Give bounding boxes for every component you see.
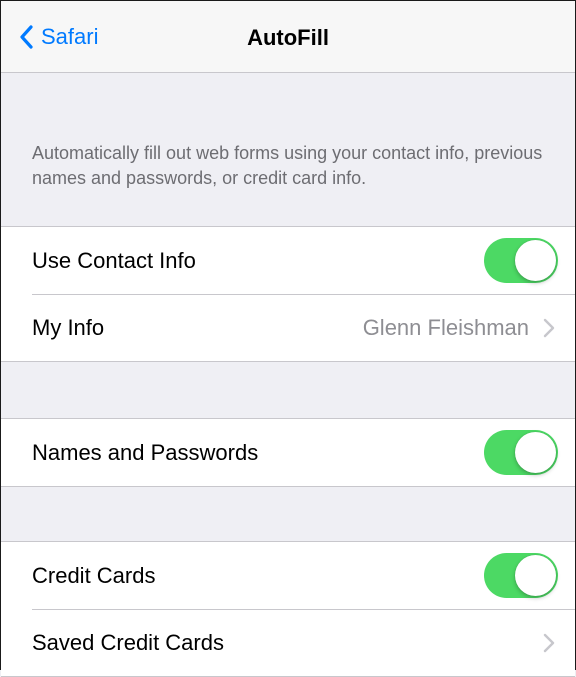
my-info-value: Glenn Fleishman <box>362 314 529 340</box>
credit-cards-row: Credit Cards <box>1 542 575 609</box>
chevron-right-icon <box>543 633 555 652</box>
navigation-bar: Safari AutoFill <box>1 1 575 73</box>
use-contact-info-label: Use Contact Info <box>32 247 196 273</box>
credit-cards-label: Credit Cards <box>32 562 156 588</box>
page-title: AutoFill <box>247 25 329 50</box>
my-info-row[interactable]: My Info Glenn Fleishman <box>1 294 575 361</box>
credit-cards-toggle[interactable] <box>484 553 558 598</box>
names-and-passwords-label: Names and Passwords <box>32 439 259 465</box>
passwords-group: Names and Passwords <box>1 418 575 487</box>
toggle-knob <box>515 555 556 596</box>
section-description: Automatically fill out web forms using y… <box>32 143 543 188</box>
use-contact-info-row: Use Contact Info <box>1 227 575 294</box>
chevron-right-icon <box>543 318 555 337</box>
use-contact-info-toggle[interactable] <box>484 238 558 283</box>
toggle-knob <box>515 240 556 281</box>
saved-credit-cards-label: Saved Credit Cards <box>32 629 224 655</box>
settings-screen: Safari AutoFill Automatically fill out w… <box>1 1 575 677</box>
names-and-passwords-toggle[interactable] <box>484 430 558 475</box>
toggle-knob <box>515 432 556 473</box>
saved-credit-cards-row[interactable]: Saved Credit Cards <box>1 609 575 676</box>
names-and-passwords-row: Names and Passwords <box>1 419 575 486</box>
my-info-label: My Info <box>32 314 105 340</box>
contact-info-group: Use Contact Info My Info Glenn Fleishman <box>1 226 575 362</box>
credit-cards-group: Credit Cards Saved Credit Cards <box>1 541 575 677</box>
